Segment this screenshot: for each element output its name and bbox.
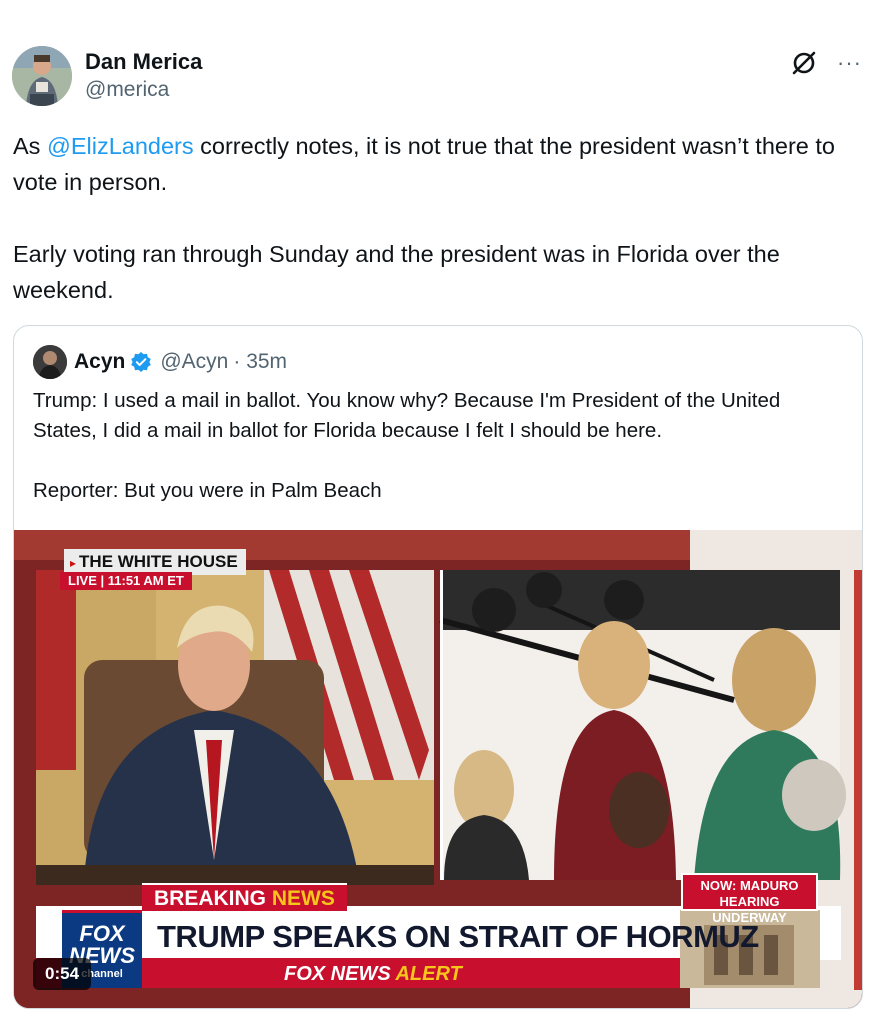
- quoted-text: Trump: I used a mail in ballot. You know…: [33, 386, 843, 506]
- more-icon[interactable]: ···: [837, 48, 862, 78]
- breaking-news-label: BREAKING NEWS: [142, 883, 347, 911]
- quoted-tweet[interactable]: Acyn @Acyn · 35m Trump: I used a mail in…: [13, 325, 863, 1009]
- author-block: Dan Merica @merica: [85, 49, 202, 105]
- quoted-author-handle[interactable]: @Acyn: [160, 350, 228, 374]
- tweet-paragraph-1: As @ElizLanders correctly notes, it is n…: [13, 128, 868, 200]
- video-headline: TRUMP SPEAKS ON STRAIT OF HORMUZ: [157, 919, 759, 954]
- quoted-time[interactable]: · 35m: [233, 350, 287, 374]
- author-name[interactable]: Dan Merica: [85, 49, 202, 75]
- quoted-tweet-header: Acyn @Acyn · 35m: [33, 345, 287, 379]
- live-badge: LIVE | 11:51 AM ET: [60, 572, 192, 590]
- alert-prefix: FOX NEWS: [284, 963, 396, 985]
- mention-link[interactable]: @ElizLanders: [47, 133, 194, 159]
- alert-accent: ALERT: [395, 963, 462, 985]
- tweet-card: Dan Merica @merica ··· As @ElizLanders c…: [0, 0, 878, 1022]
- alert-label: FOX NEWS ALERT: [284, 962, 462, 986]
- quoted-author-avatar[interactable]: [33, 345, 67, 379]
- tweet-paragraph-2: Early voting ran through Sunday and the …: [13, 241, 787, 303]
- quoted-author-name[interactable]: Acyn: [74, 350, 125, 374]
- tweet-text-pre: As: [13, 133, 47, 159]
- grok-icon[interactable]: [789, 48, 819, 78]
- author-handle[interactable]: @merica: [85, 75, 202, 105]
- tweet-text: As @ElizLanders correctly notes, it is n…: [13, 128, 868, 308]
- side-banner: NOW: MADURO HEARING UNDERWAY: [681, 873, 818, 925]
- tweet-header: Dan Merica @merica ···: [12, 44, 868, 108]
- header-actions: ···: [789, 48, 862, 78]
- video-timer: 0:54: [33, 958, 92, 990]
- breaking-accent: NEWS: [271, 887, 335, 910]
- verified-icon: [131, 352, 152, 372]
- video-player[interactable]: THE WHITE HOUSE LIVE | 11:51 AM ET BREAK…: [14, 530, 862, 1008]
- breaking-prefix: BREAKING: [154, 887, 272, 910]
- author-avatar[interactable]: [12, 46, 72, 106]
- quoted-paragraph-2: Reporter: But you were in Palm Beach: [33, 479, 382, 502]
- quoted-paragraph-1: Trump: I used a mail in ballot. You know…: [33, 389, 781, 442]
